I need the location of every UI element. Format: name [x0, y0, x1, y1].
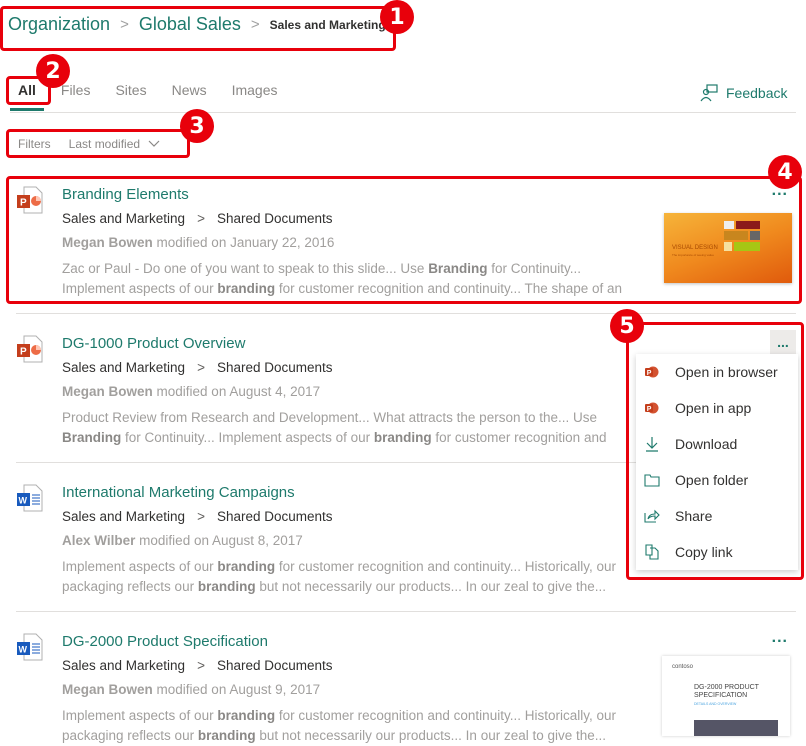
- snippet-line: Implement aspects of our branding for cu…: [62, 559, 616, 574]
- annotation-badge-4: 4: [768, 155, 802, 189]
- result-title[interactable]: DG-1000 Product Overview: [62, 335, 245, 352]
- feedback-label: Feedback: [726, 85, 788, 101]
- more-options-button[interactable]: ...: [772, 629, 788, 647]
- tabs-divider: [10, 112, 796, 113]
- chevron-right-icon: >: [197, 509, 205, 524]
- chevron-right-icon: >: [197, 658, 205, 673]
- tab-files[interactable]: Files: [61, 82, 91, 98]
- tab-images[interactable]: Images: [232, 82, 278, 98]
- snippet-line: packaging reflects our branding but not …: [62, 579, 607, 594]
- result-divider: [16, 462, 636, 463]
- result-path: Sales and Marketing > Shared Documents: [62, 658, 333, 673]
- modified-date: modified on August 8, 2017: [139, 533, 303, 548]
- annotation-box-5: [626, 322, 804, 580]
- word-file-icon: W: [17, 484, 43, 512]
- result-meta: Alex Wilber modified on August 8, 2017: [62, 533, 303, 548]
- active-tab-indicator: [10, 108, 44, 111]
- snippet-line: packaging reflects our branding but not …: [62, 728, 607, 743]
- result-meta: Megan Bowen modified on August 9, 2017: [62, 682, 320, 697]
- modified-date: modified on August 9, 2017: [156, 682, 321, 697]
- result-snippet: Product Review from Research and Develop…: [62, 408, 647, 448]
- path-library[interactable]: Shared Documents: [217, 360, 333, 375]
- tab-sites[interactable]: Sites: [115, 82, 146, 98]
- thumb-brand: contoso: [672, 664, 694, 670]
- result-thumbnail[interactable]: contoso DG-2000 PRODUCT SPECIFICATION DE…: [662, 656, 790, 736]
- snippet-line: Branding for Continuity... Implement asp…: [62, 430, 607, 445]
- powerpoint-file-icon: P: [17, 335, 43, 363]
- word-file-icon: W: [17, 633, 43, 661]
- result-divider: [16, 313, 796, 314]
- author: Megan Bowen: [62, 384, 153, 399]
- svg-text:P: P: [20, 347, 27, 358]
- result-title[interactable]: International Marketing Campaigns: [62, 484, 295, 501]
- result-title[interactable]: DG-2000 Product Specification: [62, 633, 268, 650]
- result-divider: [16, 611, 796, 612]
- path-site[interactable]: Sales and Marketing: [62, 360, 185, 375]
- path-library[interactable]: Shared Documents: [217, 658, 333, 673]
- result-path: Sales and Marketing > Shared Documents: [62, 509, 333, 524]
- path-site[interactable]: Sales and Marketing: [62, 658, 185, 673]
- svg-text:W: W: [19, 496, 28, 506]
- snippet-line: Implement aspects of our branding for cu…: [62, 708, 616, 723]
- author: Alex Wilber: [62, 533, 136, 548]
- modified-date: modified on August 4, 2017: [156, 384, 321, 399]
- result-snippet: Implement aspects of our branding for cu…: [62, 557, 647, 597]
- annotation-box-3: [6, 129, 190, 158]
- thumb-title: DG-2000 PRODUCT SPECIFICATION: [694, 684, 759, 699]
- annotation-badge-2: 2: [36, 54, 70, 88]
- annotation-badge-3: 3: [180, 109, 214, 143]
- tab-news[interactable]: News: [172, 82, 207, 98]
- path-site[interactable]: Sales and Marketing: [62, 509, 185, 524]
- svg-text:W: W: [19, 645, 28, 655]
- annotation-box-1: [0, 6, 396, 51]
- annotation-box-4: [6, 176, 802, 304]
- thumb-image: [694, 720, 778, 736]
- annotation-badge-1: 1: [380, 0, 414, 34]
- result-meta: Megan Bowen modified on August 4, 2017: [62, 384, 320, 399]
- result-path: Sales and Marketing > Shared Documents: [62, 360, 333, 375]
- snippet-line: Product Review from Research and Develop…: [62, 410, 597, 425]
- feedback-person-icon: [700, 84, 718, 102]
- chevron-right-icon: >: [197, 360, 205, 375]
- thumb-subtitle: DETAILS AND OVERVIEW: [694, 702, 737, 706]
- author: Megan Bowen: [62, 682, 153, 697]
- feedback-button[interactable]: Feedback: [700, 84, 787, 102]
- path-library[interactable]: Shared Documents: [217, 509, 333, 524]
- result-snippet: Implement aspects of our branding for cu…: [62, 706, 647, 746]
- annotation-badge-5: 5: [610, 309, 644, 343]
